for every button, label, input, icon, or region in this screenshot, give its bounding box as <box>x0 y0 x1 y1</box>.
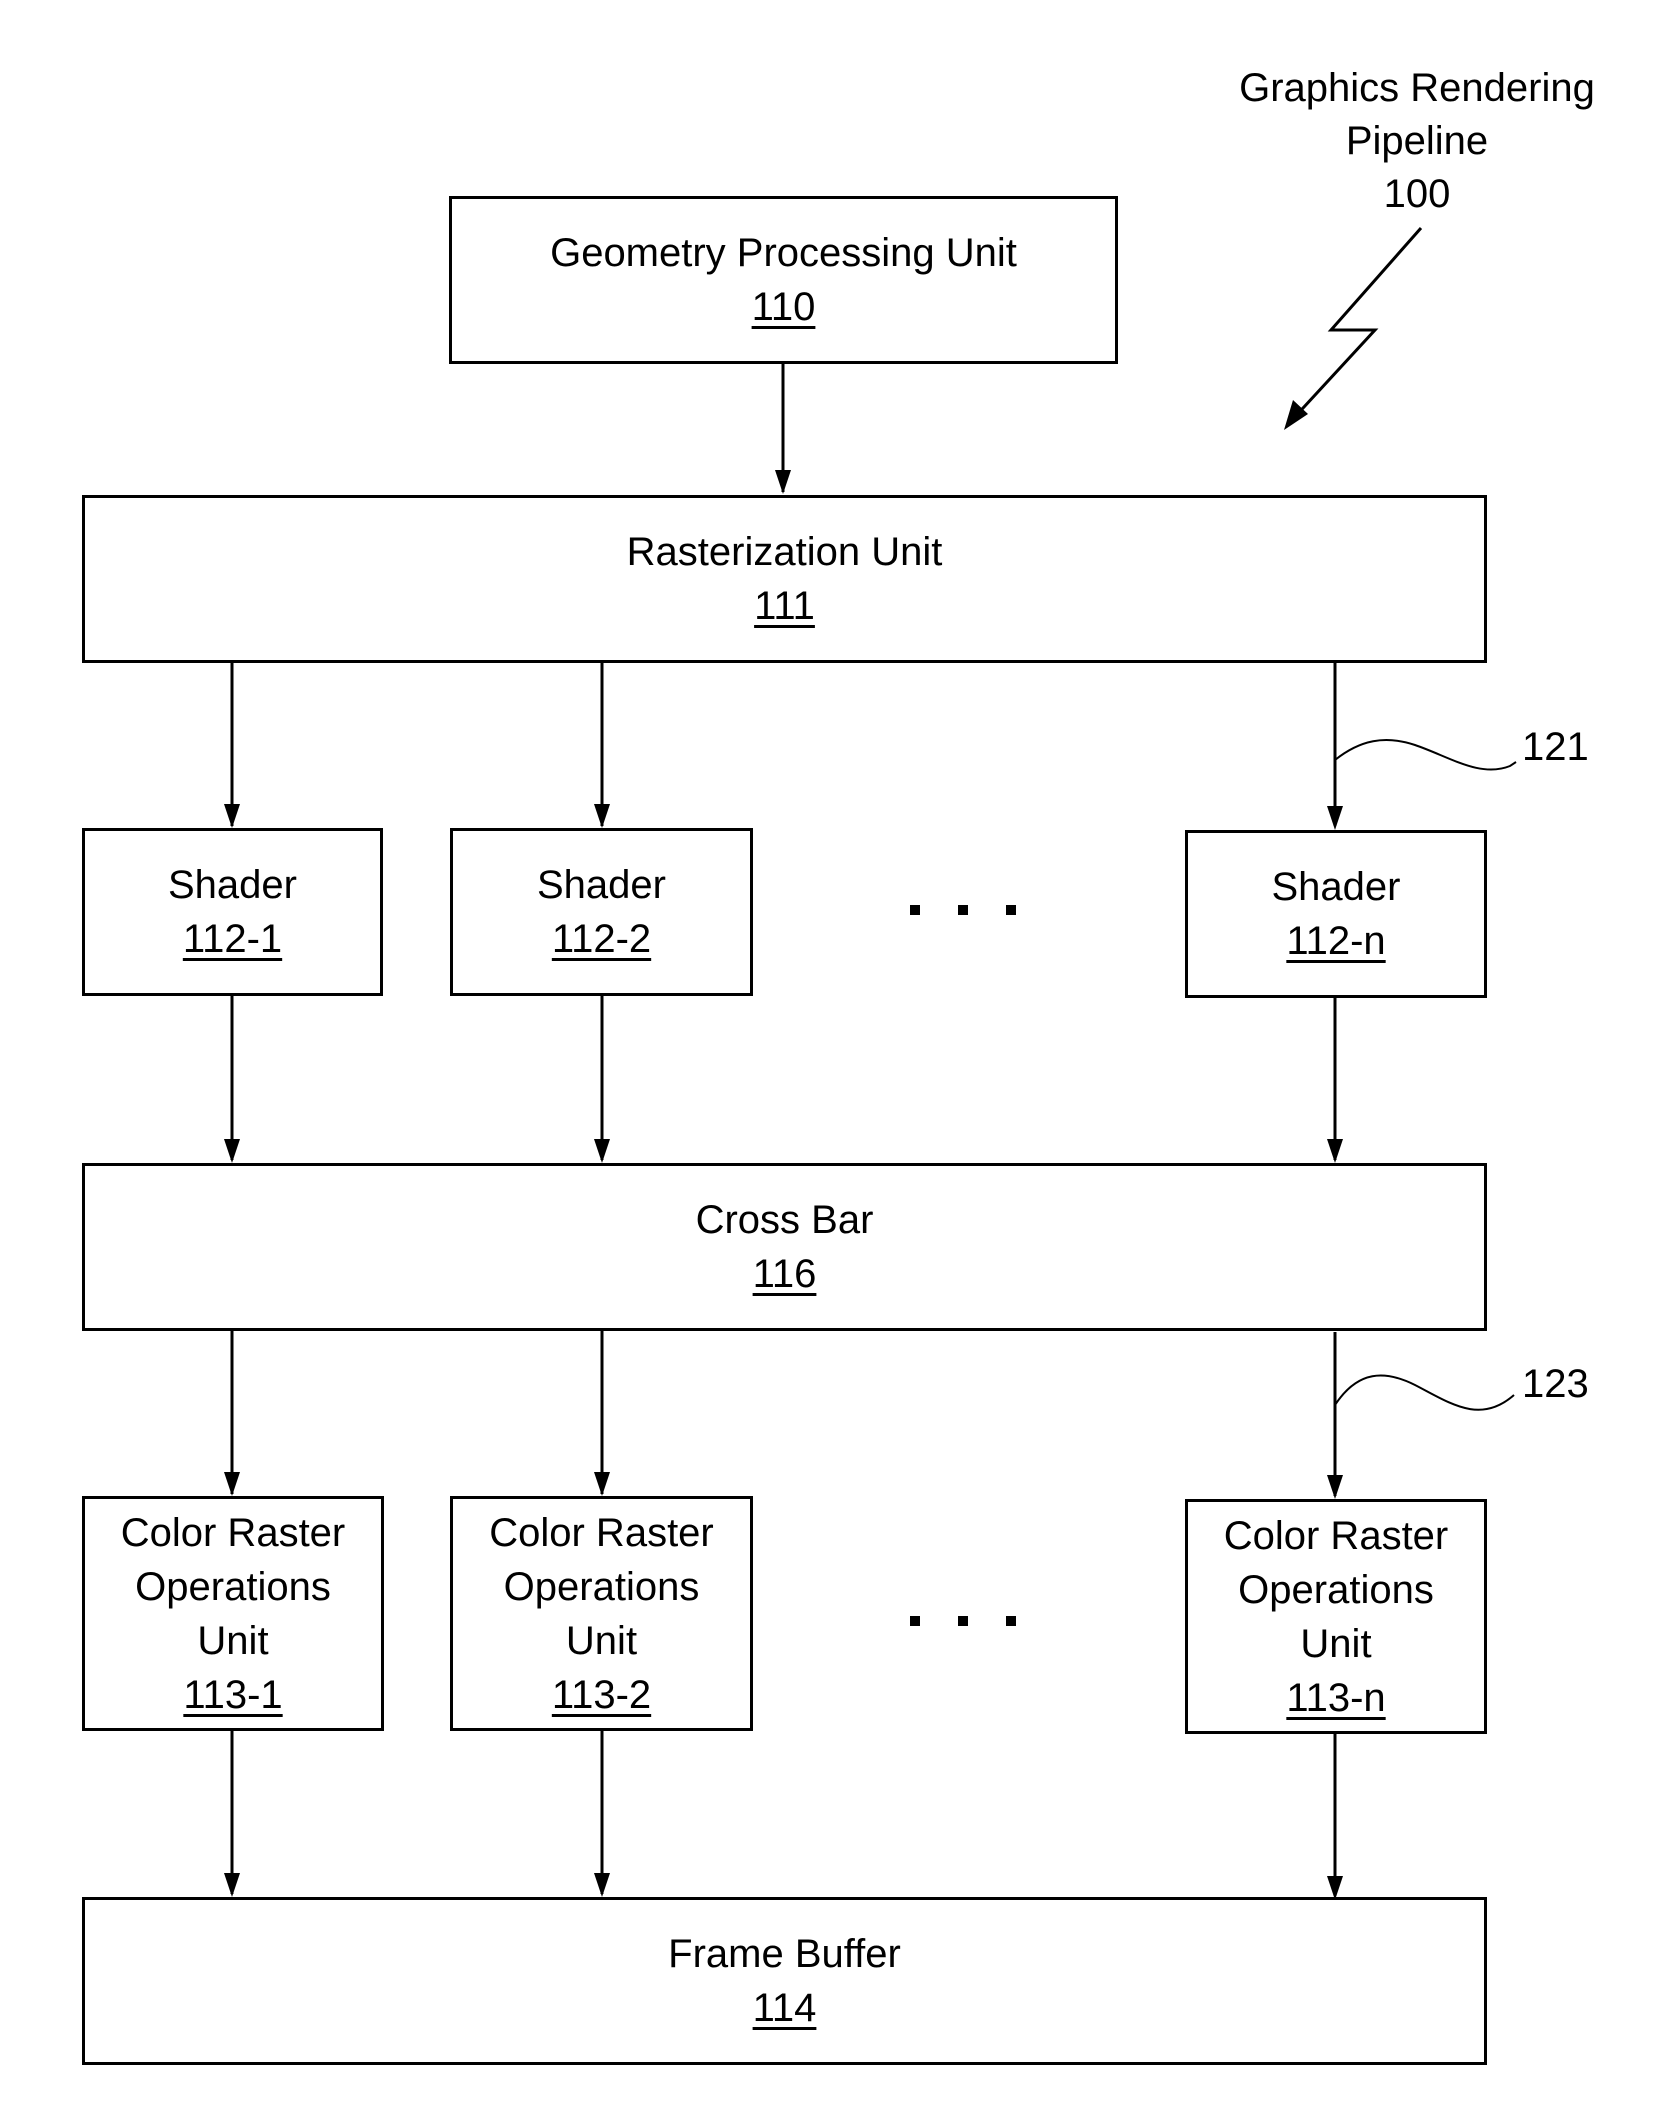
block-name-line: Color Raster <box>489 1510 714 1555</box>
block-ref: 112-2 <box>551 917 652 961</box>
block-ref: 113-n <box>1286 1675 1386 1720</box>
arrowhead <box>594 1472 610 1496</box>
cross-bar: Cross Bar 116 <box>82 1163 1487 1331</box>
block-ref: 113-2 <box>551 1672 652 1717</box>
ellipsis-dot <box>958 905 968 915</box>
arrowhead <box>224 1472 240 1496</box>
block-name: Shader <box>537 863 666 907</box>
geometry-processing-unit: Geometry Processing Unit 110 <box>449 196 1118 364</box>
block-ref: 110 <box>751 285 816 329</box>
color-raster-operations-unit-1: Color Raster Operations Unit 113-1 <box>82 1496 384 1731</box>
arrowhead <box>224 1873 240 1897</box>
rasterization-unit: Rasterization Unit 111 <box>82 495 1487 663</box>
shader-n: Shader 112-n <box>1185 830 1487 998</box>
ellipsis-dot <box>1006 905 1016 915</box>
color-raster-operations-unit-2: Color Raster Operations Unit 113-2 <box>450 1496 753 1731</box>
lightning-pointer <box>1290 227 1423 422</box>
arrowhead <box>1327 1475 1343 1499</box>
block-name-line: Operations <box>503 1564 700 1609</box>
figure-number: 100 <box>1383 172 1451 216</box>
ellipsis-dot <box>958 1616 968 1626</box>
arrowhead <box>775 470 791 494</box>
callout-label-123: 123 <box>1522 1362 1589 1406</box>
shader-1: Shader 112-1 <box>82 828 383 996</box>
callout-label-121: 121 <box>1522 725 1589 769</box>
arrowhead <box>594 804 610 828</box>
block-ref: 112-n <box>1286 919 1386 963</box>
shader-2: Shader 112-2 <box>450 828 753 996</box>
arrowhead <box>1327 1139 1343 1163</box>
figure-title-line: Graphics Rendering <box>1239 66 1595 110</box>
block-ref: 111 <box>754 584 815 628</box>
block-name: Shader <box>168 863 297 907</box>
arrowhead <box>1327 806 1343 830</box>
figure-title-line: Pipeline <box>1345 119 1489 163</box>
arrowhead <box>594 1873 610 1897</box>
block-name: Geometry Processing Unit <box>550 231 1017 275</box>
block-ref: 113-1 <box>183 1672 283 1717</box>
block-name: Frame Buffer <box>668 1932 901 1976</box>
ellipsis-dot <box>1006 1616 1016 1626</box>
block-name: Cross Bar <box>695 1198 874 1242</box>
arrowhead <box>224 804 240 828</box>
block-name-line: Color Raster <box>120 1510 346 1555</box>
block-ref: 116 <box>752 1252 817 1296</box>
color-raster-operations-unit-n: Color Raster Operations Unit 113-n <box>1185 1499 1487 1734</box>
ellipsis-dot <box>910 1616 920 1626</box>
block-name-line: Unit <box>1300 1621 1372 1666</box>
block-ref: 114 <box>752 1986 817 2030</box>
arrowhead <box>594 1139 610 1163</box>
block-ref: 112-1 <box>182 917 283 961</box>
block-name: Shader <box>1271 865 1401 909</box>
block-name-line: Operations <box>135 1564 331 1609</box>
block-name-line: Unit <box>197 1618 269 1663</box>
arrowhead <box>224 1139 240 1163</box>
frame-buffer: Frame Buffer 114 <box>82 1897 1487 2065</box>
block-name-line: Color Raster <box>1223 1513 1449 1558</box>
callout-leader-123 <box>1334 1374 1515 1411</box>
ellipsis-dot <box>910 905 920 915</box>
block-name-line: Unit <box>565 1618 638 1663</box>
figure-title: Graphics Rendering Pipeline 100 <box>1180 62 1654 221</box>
block-name: Rasterization Unit <box>626 530 943 574</box>
block-name-line: Operations <box>1238 1567 1434 1612</box>
callout-leader-121 <box>1334 739 1517 771</box>
